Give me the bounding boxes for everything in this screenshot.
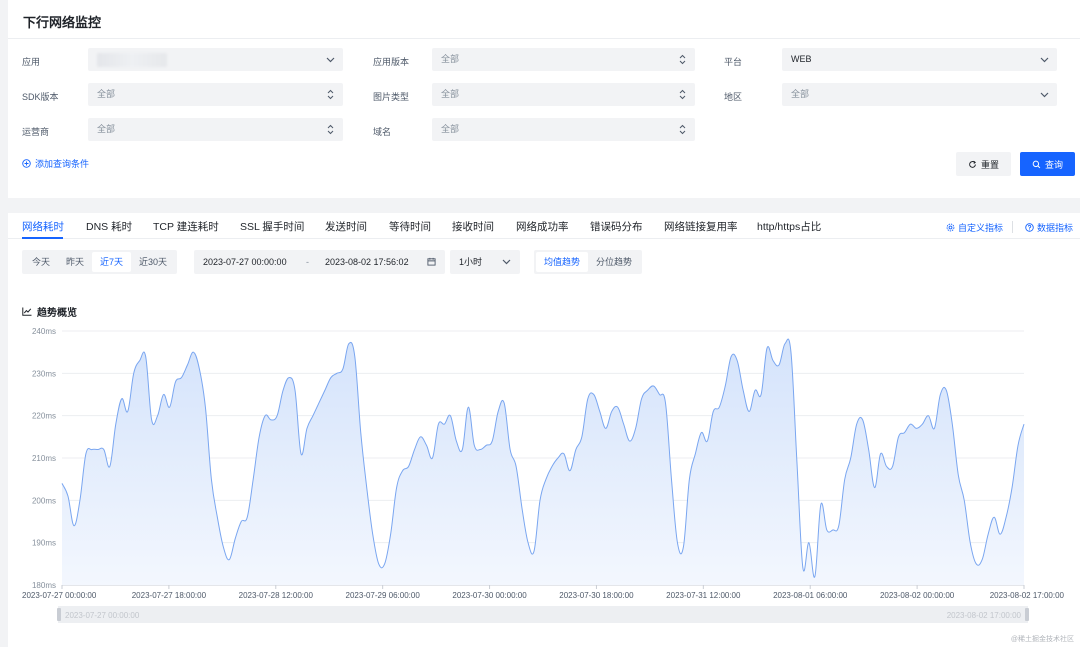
zoom-slider-handle-end[interactable] [1025, 608, 1029, 621]
x-tick-label: 2023-08-02 00:00:00 [880, 591, 955, 600]
x-tick-label: 2023-07-30 00:00:00 [452, 591, 527, 600]
x-tick-label: 2023-07-30 18:00:00 [559, 591, 634, 600]
region-label: 地区 [724, 92, 743, 102]
sdk-version-label: SDK版本 [22, 92, 59, 102]
divider [8, 38, 1080, 39]
y-tick-label: 240ms [32, 327, 56, 336]
domain-select[interactable]: 全部 [432, 118, 695, 141]
image-type-value: 全部 [441, 89, 460, 99]
chevron-down-icon [325, 48, 335, 71]
carrier-label: 运营商 [22, 127, 50, 137]
region-select[interactable]: 全部 [782, 83, 1057, 106]
updown-icon [677, 48, 687, 71]
zoom-slider-track[interactable] [58, 606, 1028, 623]
updown-icon [325, 118, 335, 141]
app-label: 应用 [22, 57, 41, 67]
x-tick-label: 2023-07-27 18:00:00 [132, 591, 207, 600]
updown-icon [325, 83, 335, 106]
updown-icon [677, 83, 687, 106]
zoom-slider-handle-start[interactable] [57, 608, 61, 621]
app-version-label: 应用版本 [373, 57, 410, 67]
x-tick-label: 2023-08-02 17:00:00 [990, 591, 1065, 600]
carrier-value: 全部 [97, 124, 116, 134]
region-value: 全部 [791, 89, 810, 99]
metrics-panel: 网络耗时 DNS 耗时 TCP 建连耗时 SSL 握手时间 发送时间 等待时间 … [8, 213, 1080, 647]
series-area [62, 339, 1024, 585]
zoom-slider-end-label: 2023-08-02 17:00:00 [947, 611, 1022, 620]
y-tick-label: 210ms [32, 454, 56, 463]
app-version-value: 全部 [441, 54, 460, 64]
y-tick-label: 220ms [32, 412, 56, 421]
image-type-label: 图片类型 [373, 92, 410, 102]
platform-label: 平台 [724, 57, 743, 67]
chevron-down-icon [1039, 48, 1049, 71]
app-version-select[interactable]: 全部 [432, 48, 695, 71]
add-condition-label: 添加查询条件 [35, 159, 90, 169]
trend-chart: 240ms 230ms 220ms 210ms 200ms 190ms 180ms 2023… [22, 327, 1065, 623]
platform-value: WEB [791, 54, 812, 64]
y-tick-label: 200ms [32, 496, 56, 505]
sdk-version-value: 全部 [97, 89, 116, 99]
domain-value: 全部 [441, 124, 460, 134]
y-tick-label: 180ms [32, 581, 56, 590]
plus-circle-icon [22, 159, 31, 168]
x-tick-label: 2023-07-29 06:00:00 [346, 591, 421, 600]
app-select[interactable] [88, 48, 343, 71]
carrier-select[interactable]: 全部 [88, 118, 343, 141]
image-type-select[interactable]: 全部 [432, 83, 695, 106]
query-label: 查询 [1044, 159, 1063, 170]
x-tick-label: 2023-08-01 06:00:00 [773, 591, 848, 600]
watermark: @稀土掘金技术社区 [1010, 636, 1074, 643]
x-tick-label: 2023-07-31 12:00:00 [666, 591, 741, 600]
search-icon [1032, 160, 1041, 168]
y-tick-label: 230ms [32, 369, 56, 378]
filter-panel: 下行网络监控 应用 应用版本 全部 平台 WEB SDK版本 全部 图片类型 全… [8, 0, 1080, 198]
refresh-icon [969, 160, 976, 168]
chevron-down-icon [1039, 83, 1049, 106]
x-tick-label: 2023-07-27 00:00:00 [22, 591, 97, 600]
reset-button[interactable]: 重置 [956, 152, 1011, 176]
reset-label: 重置 [980, 159, 999, 170]
y-tick-label: 190ms [32, 539, 56, 548]
platform-select[interactable]: WEB [782, 48, 1057, 71]
query-button[interactable]: 查询 [1020, 152, 1075, 176]
zoom-slider-start-label: 2023-07-27 00:00:00 [65, 611, 140, 620]
x-tick-label: 2023-07-28 12:00:00 [239, 591, 314, 600]
updown-icon [677, 118, 687, 141]
domain-label: 域名 [373, 127, 392, 137]
app-value-blurred [97, 53, 167, 67]
page-title: 下行网络监控 [23, 15, 102, 30]
sdk-version-select[interactable]: 全部 [88, 83, 343, 106]
add-condition-link[interactable]: 添加查询条件 [22, 157, 89, 170]
